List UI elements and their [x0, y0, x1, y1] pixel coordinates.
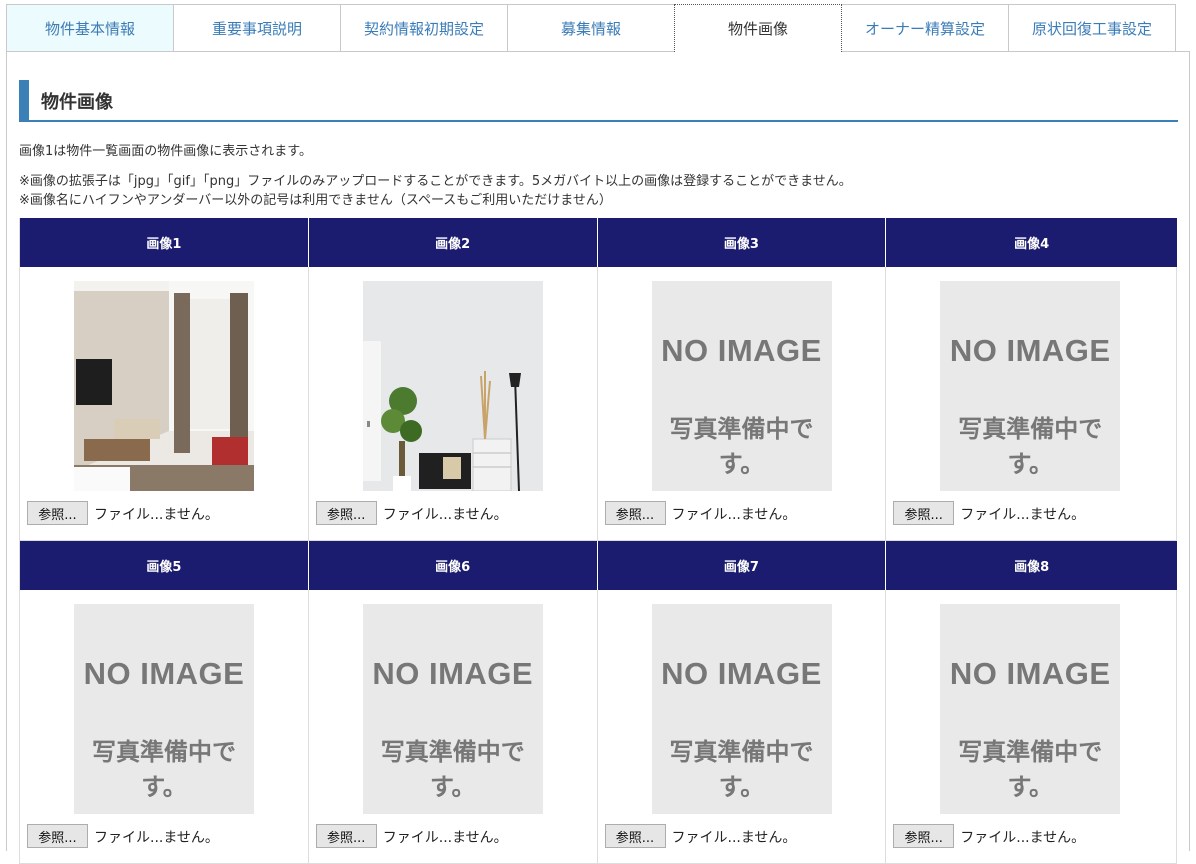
no-image-placeholder: NO IMAGE 写真準備中です。: [651, 604, 832, 814]
tab-restoration-work[interactable]: 原状回復工事設定: [1008, 4, 1176, 52]
no-image-text: NO IMAGE: [949, 333, 1111, 368]
grid-header-row: 画像1 画像2 画像3 画像4: [20, 218, 1177, 267]
property-photo-living: [362, 281, 543, 491]
section-heading: 物件画像: [19, 80, 1178, 122]
browse-button[interactable]: 参照...: [27, 824, 88, 848]
file-name-label: ファイル...ません。: [671, 830, 797, 846]
image-cell: NO IMAGE 写真準備中です。 参照... ファイル...ません。: [20, 590, 309, 863]
file-name-label: ファイル...ません。: [94, 830, 219, 846]
image-header: 画像6: [309, 541, 598, 590]
no-image-text: NO IMAGE: [949, 656, 1111, 691]
no-image-placeholder: NO IMAGE 写真準備中です。: [362, 604, 543, 814]
no-image-subtext: 写真準備中です。: [380, 738, 525, 801]
note-extensions: ※画像の拡張子は「jpg」「gif」「png」ファイルのみアップロードすることが…: [19, 174, 852, 189]
no-image-text: NO IMAGE: [661, 656, 822, 691]
file-name-label: ファイル...ません。: [94, 507, 219, 523]
property-photo-room: [74, 281, 254, 491]
no-image-text: NO IMAGE: [372, 656, 534, 691]
no-image-text: NO IMAGE: [661, 333, 822, 368]
tab-basic-info[interactable]: 物件基本情報: [6, 4, 174, 52]
browse-button[interactable]: 参照...: [893, 501, 955, 525]
content-panel: 物件画像 画像1は物件一覧画面の物件画像に表示されます。 ※画像の拡張子は「jp…: [6, 51, 1190, 864]
no-image-placeholder: NO IMAGE 写真準備中です。: [940, 281, 1121, 491]
no-image-subtext: 写真準備中です。: [669, 738, 814, 801]
image-header: 画像2: [309, 218, 598, 267]
file-name-label: ファイル...ません。: [960, 830, 1086, 846]
image-cell: NO IMAGE 写真準備中です。 参照... ファイル...ません。: [598, 267, 887, 540]
no-image-subtext: 写真準備中です。: [92, 738, 236, 801]
image-cell: NO IMAGE 写真準備中です。 参照... ファイル...ません。: [309, 590, 598, 863]
image-header: 画像7: [598, 541, 887, 590]
tab-bar: 物件基本情報 重要事項説明 契約情報初期設定 募集情報 物件画像 オーナー精算設…: [6, 4, 1190, 52]
browse-button[interactable]: 参照...: [315, 501, 377, 525]
no-image-placeholder: NO IMAGE 写真準備中です。: [74, 604, 254, 814]
image-cell: 参照... ファイル...ません。: [309, 267, 598, 540]
no-image-subtext: 写真準備中です。: [958, 415, 1103, 478]
file-name-label: ファイル...ません。: [671, 507, 797, 523]
image-cell: NO IMAGE 写真準備中です。 参照... ファイル...ません。: [886, 590, 1177, 863]
tab-property-images[interactable]: 物件画像: [674, 4, 842, 52]
image-header: 画像5: [20, 541, 309, 590]
image-grid: 画像1 画像2 画像3 画像4 参照... ファイル...ません。 参照... …: [19, 218, 1177, 864]
tab-recruitment[interactable]: 募集情報: [507, 4, 675, 52]
no-image-text: NO IMAGE: [83, 656, 245, 691]
image-cell: NO IMAGE 写真準備中です。 参照... ファイル...ません。: [886, 267, 1177, 540]
grid-header-row: 画像5 画像6 画像7 画像8: [20, 541, 1177, 590]
grid-image-row: NO IMAGE 写真準備中です。 参照... ファイル...ません。 NO I…: [20, 590, 1177, 864]
browse-button[interactable]: 参照...: [315, 824, 377, 848]
no-image-placeholder: NO IMAGE 写真準備中です。: [651, 281, 832, 491]
grid-image-row: 参照... ファイル...ません。 参照... ファイル...ません。 NO I…: [20, 267, 1177, 541]
browse-button[interactable]: 参照...: [27, 501, 88, 525]
tab-important-matters[interactable]: 重要事項説明: [173, 4, 341, 52]
browse-button[interactable]: 参照...: [893, 824, 955, 848]
no-image-subtext: 写真準備中です。: [958, 738, 1103, 801]
image-header: 画像4: [1014, 237, 1050, 252]
image-cell: NO IMAGE 写真準備中です。 参照... ファイル...ません。: [598, 590, 887, 863]
file-name-label: ファイル...ません。: [382, 830, 508, 846]
description-main: 画像1は物件一覧画面の物件画像に表示されます。: [19, 144, 312, 159]
image-header: 画像1: [20, 218, 309, 267]
file-name-label: ファイル...ません。: [382, 507, 508, 523]
no-image-placeholder: NO IMAGE 写真準備中です。: [940, 604, 1121, 814]
browse-button[interactable]: 参照...: [604, 824, 666, 848]
tab-owner-settlement[interactable]: オーナー精算設定: [841, 4, 1009, 52]
image-header: 画像8: [1014, 560, 1050, 575]
browse-button[interactable]: 参照...: [604, 501, 666, 525]
file-name-label: ファイル...ません。: [960, 507, 1086, 523]
tab-contract-settings[interactable]: 契約情報初期設定: [340, 4, 508, 52]
no-image-subtext: 写真準備中です。: [669, 415, 814, 478]
image-header: 画像3: [598, 218, 887, 267]
image-cell: 参照... ファイル...ません。: [20, 267, 309, 540]
section-title: 物件画像: [41, 92, 113, 113]
note-filenames: ※画像名にハイフンやアンダーバー以外の記号は利用できません（スペースもご利用いた…: [19, 193, 612, 208]
